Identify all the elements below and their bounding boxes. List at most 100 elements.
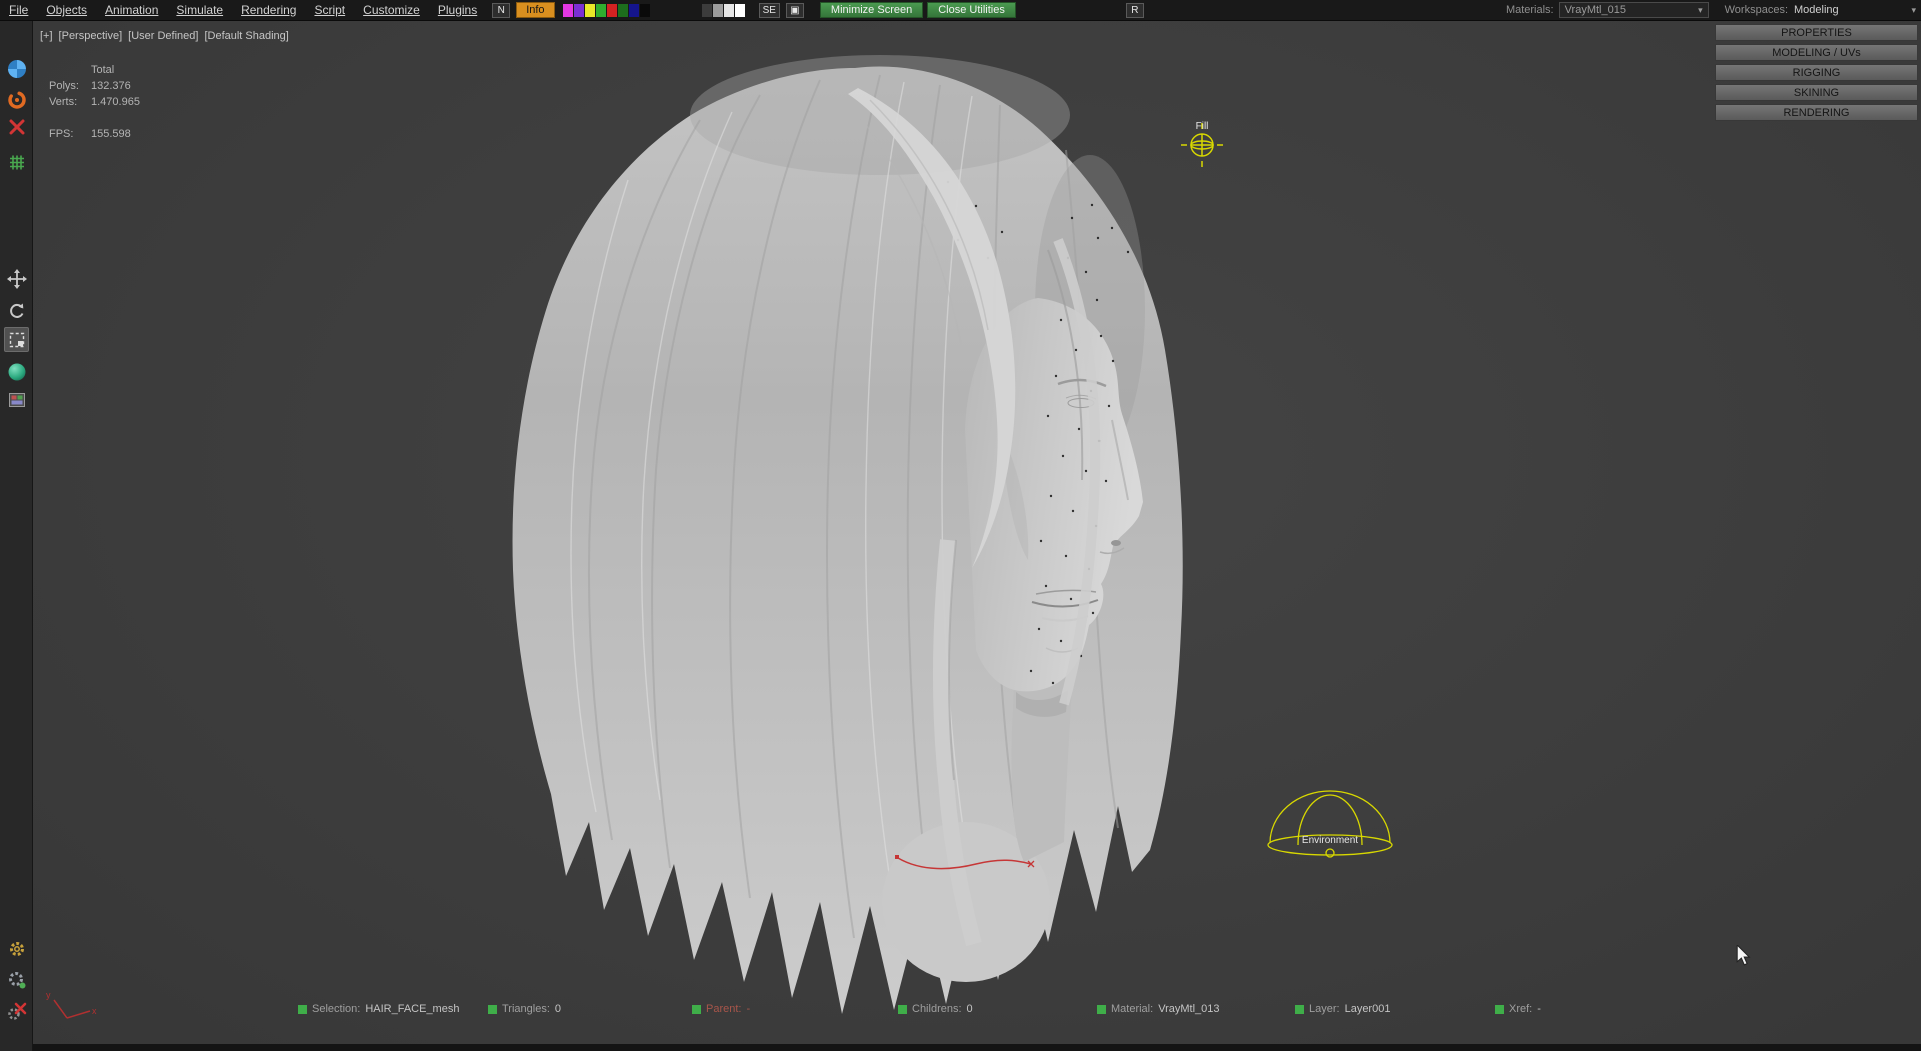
status-label: Xref: [1509,1003,1532,1015]
gear-yellow-icon[interactable] [4,936,29,961]
stats-polys-label: Polys: [49,80,91,92]
status-square-icon [1295,1005,1304,1014]
gray-swatch[interactable] [702,4,712,17]
mouse-cursor [1736,945,1752,972]
status-value: 0 [967,1003,973,1015]
color-swatch[interactable] [640,4,650,17]
status-value: HAIR_FACE_mesh [365,1003,459,1015]
stats-fps-label: FPS: [49,128,91,140]
gray-swatch[interactable] [724,4,734,17]
viewport-menu-user-defined[interactable]: [User Defined] [128,30,198,42]
viewport-statistics: Total Polys: 132.376 Verts: 1.470.965 FP… [49,62,140,142]
viewport-header: [+] [Perspective] [User Defined] [Defaul… [40,30,289,42]
menu-rendering[interactable]: Rendering [232,3,305,17]
workspaces-label: Workspaces: [1725,4,1788,16]
right-panel: PROPERTIES MODELING / UVs RIGGING SKININ… [1715,24,1918,124]
stats-verts-value: 1.470.965 [91,96,140,108]
status-value: - [746,1003,750,1015]
materials-dropdown[interactable]: VrayMtl_015 ▾ [1559,2,1709,18]
bottom-edge [0,1044,1921,1051]
status-xref: Xref: - [1495,1003,1541,1015]
viewport-menu-shading[interactable]: [Default Shading] [204,30,288,42]
close-utilities-button[interactable]: Close Utilities [927,2,1016,18]
gray-swatch[interactable] [713,4,723,17]
color-swatch[interactable] [596,4,606,17]
workspaces-dropdown[interactable]: Modeling ▾ [1794,4,1916,16]
status-square-icon [1495,1005,1504,1014]
gray-palette [702,4,745,17]
panel-button-skinning[interactable]: SKINING [1715,84,1918,101]
window-grid-icon[interactable] [4,387,29,412]
status-square-icon [488,1005,497,1014]
chevron-down-icon: ▾ [1698,5,1703,16]
panel-button-modeling-uvs[interactable]: MODELING / UVs [1715,44,1918,61]
color-swatch[interactable] [629,4,639,17]
materials-label: Materials: [1506,4,1554,16]
move-tool-icon[interactable] [4,266,29,291]
r-button[interactable]: R [1126,3,1144,18]
status-square-icon [692,1005,701,1014]
viewport[interactable] [33,21,1921,1051]
menu-script[interactable]: Script [305,3,354,17]
select-box-tool-icon[interactable] [4,327,29,352]
minimize-screen-button[interactable]: Minimize Screen [820,2,923,18]
color-swatch[interactable] [618,4,628,17]
status-value: VrayMtl_013 [1158,1003,1219,1015]
orange-swirl-icon[interactable] [4,87,29,112]
gear-green-icon[interactable] [4,967,29,992]
status-selection: Selection: HAIR_FACE_mesh [298,1003,459,1015]
menu-plugins[interactable]: Plugins [429,3,486,17]
status-square-icon [898,1005,907,1014]
status-label: Childrens: [912,1003,962,1015]
status-value: Layer001 [1345,1003,1391,1015]
info-button[interactable]: Info [516,2,554,18]
environment-label: Environment [1288,835,1372,846]
se-button[interactable]: SE [759,3,780,18]
status-childrens: Childrens: 0 [898,1003,973,1015]
status-square-icon [298,1005,307,1014]
menu-animation[interactable]: Animation [96,3,167,17]
toggle-button[interactable]: ▣ [786,3,804,18]
status-triangles: Triangles: 0 [488,1003,561,1015]
color-swatch[interactable] [585,4,595,17]
stats-verts-label: Verts: [49,96,91,108]
menubar-right-group: Materials: VrayMtl_015 ▾ Workspaces: Mod… [1506,2,1921,18]
viewport-menu-general[interactable]: [+] [40,30,53,42]
fill-light-label: Fill [1186,121,1218,132]
green-grid-icon[interactable] [4,149,29,174]
stats-polys-value: 132.376 [91,80,131,92]
chevron-down-icon: ▾ [1911,5,1916,16]
red-cross-icon[interactable] [4,998,29,1023]
gray-swatch[interactable] [735,4,745,17]
status-label: Material: [1111,1003,1153,1015]
status-label: Selection: [312,1003,360,1015]
material-sphere-icon[interactable] [4,359,29,384]
rotate-tool-icon[interactable] [4,298,29,323]
status-label: Parent: [706,1003,741,1015]
panel-button-rendering[interactable]: RENDERING [1715,104,1918,121]
status-material: Material: VrayMtl_013 [1097,1003,1220,1015]
status-value: - [1537,1003,1541,1015]
color-swatch[interactable] [574,4,584,17]
blue-fan-icon[interactable] [4,56,29,81]
status-value: 0 [555,1003,561,1015]
status-parent: Parent: - [692,1003,750,1015]
n-button[interactable]: N [492,3,510,18]
status-label: Triangles: [502,1003,550,1015]
color-swatch[interactable] [607,4,617,17]
stats-total-header: Total [91,64,114,76]
color-swatch[interactable] [563,4,573,17]
stats-fps-value: 155.598 [91,128,131,140]
viewport-menu-pov[interactable]: [Perspective] [59,30,123,42]
menu-bar: File Objects Animation Simulate Renderin… [0,0,1921,21]
panel-button-properties[interactable]: PROPERTIES [1715,24,1918,41]
menu-customize[interactable]: Customize [354,3,429,17]
menu-simulate[interactable]: Simulate [167,3,232,17]
menu-objects[interactable]: Objects [37,3,96,17]
status-square-icon [1097,1005,1106,1014]
menu-file[interactable]: File [0,3,37,17]
panel-button-rigging[interactable]: RIGGING [1715,64,1918,81]
red-x-icon[interactable] [4,114,29,139]
left-toolbar [0,21,33,1051]
materials-value: VrayMtl_015 [1565,4,1626,16]
